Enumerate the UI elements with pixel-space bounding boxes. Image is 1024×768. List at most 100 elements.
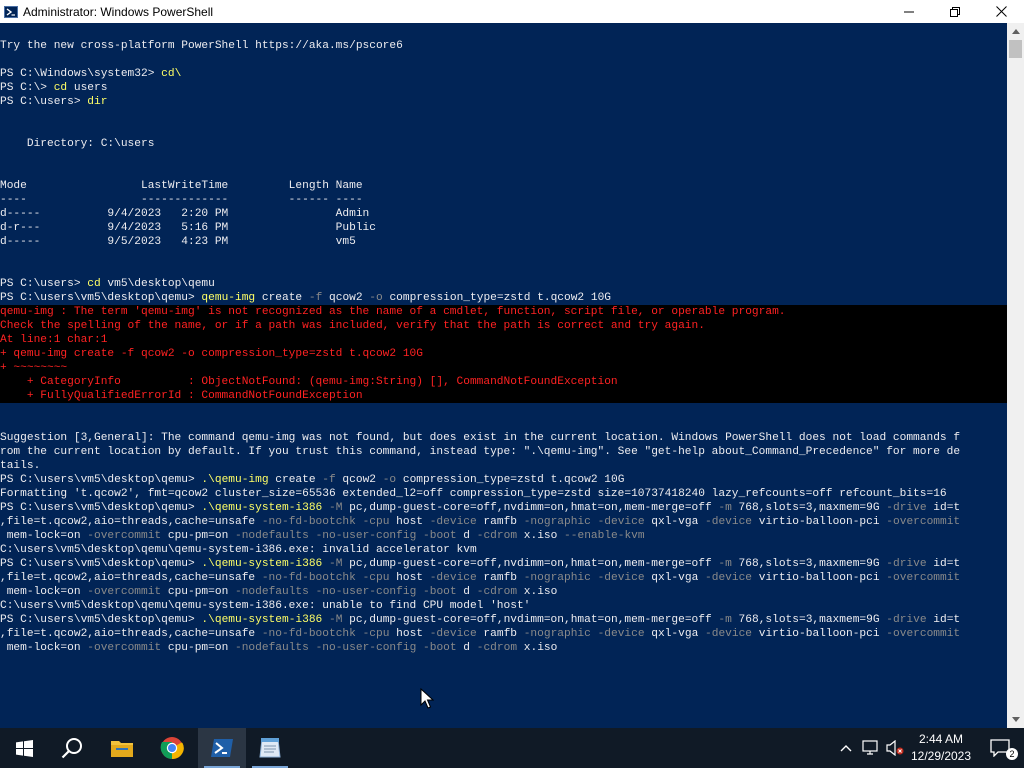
console-parameter-token: -no-user-config: [315, 530, 417, 542]
console-text: At line:1 char:1: [0, 334, 108, 346]
console-output[interactable]: Try the new cross-platform PowerShell ht…: [0, 23, 1007, 728]
console-parameter-token: -device: [705, 572, 753, 584]
console-text: Mode LastWriteTime Length Name: [0, 180, 363, 192]
console-text: virtio-balloon-pci: [752, 516, 887, 528]
console-parameter-token: -boot: [423, 642, 457, 654]
console-error-line: At line:1 char:1: [0, 333, 1007, 347]
minimize-button[interactable]: [886, 0, 932, 23]
console-text: qxl-vga: [644, 572, 706, 584]
console-text: rom the current location by default. If …: [0, 446, 961, 458]
scrollbar-thumb[interactable]: [1009, 40, 1022, 58]
console-parameter-token: -M: [329, 558, 343, 570]
console-text: 768,slots=3,maxmem=9G: [731, 502, 887, 514]
console-text: x.iso: [517, 586, 558, 598]
console-parameter-token: -nodefaults: [235, 642, 309, 654]
show-hidden-icons-button[interactable]: [836, 728, 856, 768]
restore-button[interactable]: [932, 0, 978, 23]
console-parameter-token: -no-fd-bootchk: [261, 516, 356, 528]
console-text: ramfb: [476, 628, 524, 640]
console-parameter-token: -boot: [423, 530, 457, 542]
console-line: rom the current location by default. If …: [0, 445, 1007, 459]
console-text: ,file=t.qcow2,aio=threads,cache=unsafe: [0, 628, 262, 640]
console-line: C:\users\vm5\desktop\qemu\qemu-system-i3…: [0, 599, 1007, 613]
console-text: cpu-pm=on: [161, 586, 235, 598]
console-text: qemu-img : The term 'qemu-img' is not re…: [0, 306, 786, 318]
console-text: ,file=t.qcow2,aio=threads,cache=unsafe: [0, 572, 262, 584]
network-button[interactable]: [860, 728, 882, 768]
console-parameter-token: -device: [429, 516, 477, 528]
console-parameter-token: -overcommit: [886, 628, 961, 640]
close-button[interactable]: [978, 0, 1024, 23]
console-text: qxl-vga: [644, 628, 706, 640]
console-parameter-token: -device: [705, 628, 753, 640]
console-text: Formatting 't.qcow2', fmt=qcow2 cluster_…: [0, 488, 947, 500]
console-parameter-token: -device: [597, 572, 645, 584]
console-text: qcow2: [322, 292, 370, 304]
vertical-scrollbar[interactable]: [1007, 23, 1024, 728]
console-line: ,file=t.qcow2,aio=threads,cache=unsafe -…: [0, 515, 1007, 529]
console-line: d----- 9/4/2023 2:20 PM Admin: [0, 207, 1007, 221]
console-line: Formatting 't.qcow2', fmt=qcow2 cluster_…: [0, 487, 1007, 501]
search-button[interactable]: [48, 728, 96, 768]
taskbar-clock[interactable]: 2:44 AM 12/29/2023: [906, 731, 976, 765]
console-text: 768,slots=3,maxmem=9G: [731, 558, 887, 570]
console-text: 768,slots=3,maxmem=9G: [731, 614, 887, 626]
console-line: Try the new cross-platform PowerShell ht…: [0, 39, 1007, 53]
powershell-icon: [4, 5, 18, 18]
scroll-down-button[interactable]: [1007, 711, 1024, 728]
powershell-icon: [211, 739, 233, 757]
taskbar-powershell[interactable]: [198, 728, 246, 768]
console-error-line: + ~~~~~~~~: [0, 361, 1007, 375]
console-parameter-token: -overcommit: [87, 586, 162, 598]
console-line: ---- ------------- ------ ----: [0, 193, 1007, 207]
console-text: cpu-pm=on: [161, 642, 235, 654]
console-parameter-token: -nodefaults: [235, 586, 309, 598]
console-parameter-token: -device: [597, 516, 645, 528]
console-parameter-token: -m: [718, 502, 732, 514]
action-center-button[interactable]: 2: [976, 728, 1024, 768]
start-button[interactable]: [0, 728, 48, 768]
console-text: PS C:\>: [0, 82, 54, 94]
taskbar-chrome[interactable]: [148, 728, 196, 768]
console-text: host: [389, 516, 430, 528]
console-text: mem-lock=on: [0, 586, 88, 598]
taskbar-notepad[interactable]: [246, 728, 294, 768]
console-lines: Try the new cross-platform PowerShell ht…: [0, 39, 1007, 655]
console-text: PS C:\users\vm5\desktop\qemu>: [0, 558, 202, 570]
close-icon: [995, 6, 1007, 17]
console-line: PS C:\users\vm5\desktop\qemu> .\qemu-sys…: [0, 557, 1007, 571]
console-text: ramfb: [476, 572, 524, 584]
volume-button[interactable]: [884, 728, 906, 768]
scroll-up-button[interactable]: [1007, 23, 1024, 40]
console-parameter-token: -no-user-config: [315, 642, 417, 654]
console-text: d----- 9/5/2023 4:23 PM vm5: [0, 236, 356, 248]
console-parameter-token: -nographic: [523, 572, 591, 584]
console-text: + FullyQualifiedErrorId : CommandNotFoun…: [0, 390, 363, 402]
title-bar[interactable]: Administrator: Windows PowerShell: [0, 0, 1024, 23]
console-line: ,file=t.qcow2,aio=threads,cache=unsafe -…: [0, 627, 1007, 641]
console-text: Directory: C:\users: [0, 138, 155, 150]
taskbar-file-explorer[interactable]: [98, 728, 146, 768]
console-text: C:\users\vm5\desktop\qemu\qemu-system-i3…: [0, 600, 531, 612]
console-line: PS C:\users> dir: [0, 95, 1007, 109]
console-parameter-token: -device: [429, 572, 477, 584]
console-parameter-token: -device: [705, 516, 753, 528]
console-command-token: .\qemu-img: [201, 474, 269, 486]
console-parameter-token: -drive: [886, 502, 927, 514]
console-parameter-token: -f: [308, 292, 323, 304]
console-parameter-token: -f: [322, 474, 336, 486]
console-parameter-token: -cpu: [362, 516, 390, 528]
